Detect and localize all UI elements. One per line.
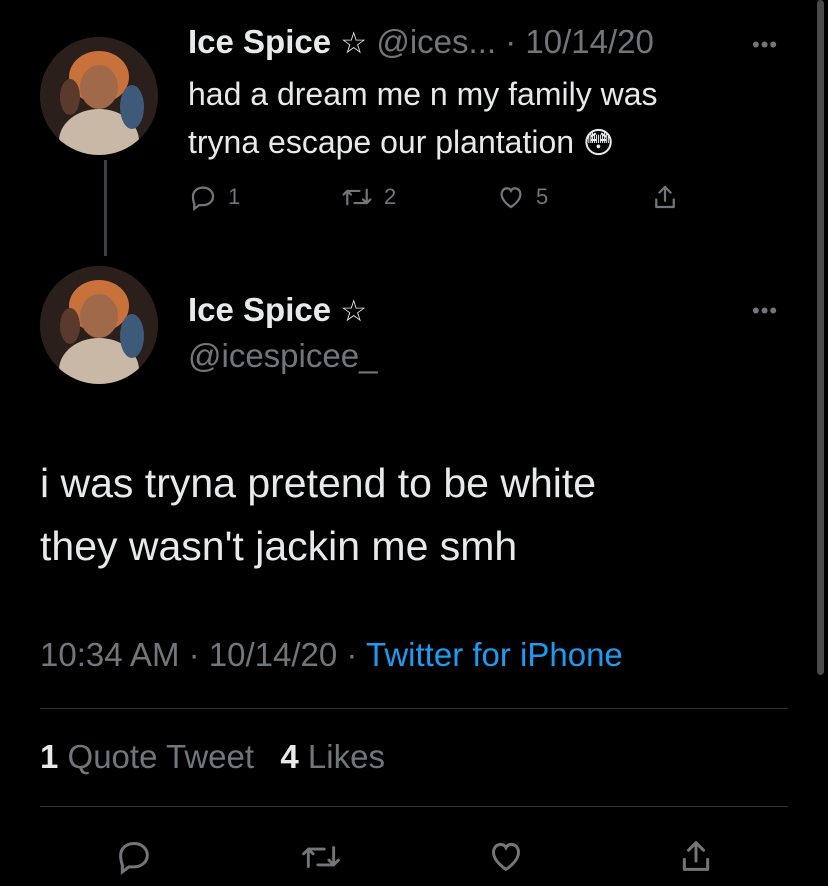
like-icon [500,187,522,209]
likes-link[interactable]: 4 Likes [280,738,385,775]
retweet-icon [342,188,372,206]
reply-count: 1 [228,184,241,209]
share-icon [655,185,675,209]
tweet-text-line: tryna escape our plantation [188,124,575,160]
divider [40,806,788,807]
likes-label: Likes [307,738,385,775]
like-action[interactable]: 5 [496,182,548,212]
avatar[interactable] [40,37,158,155]
tweet-text-line: i was tryna pretend to be white [40,460,597,506]
tweet-text-line: had a dream me n my family was [188,76,658,112]
share-button[interactable] [676,836,716,881]
handle[interactable]: @ices... [376,23,496,60]
retweet-count: 2 [384,184,397,209]
tweet-date[interactable]: 10/14/20 [525,23,653,60]
main-tweet-text: i was tryna pretend to be white they was… [40,452,596,578]
reply-action[interactable]: 1 [188,182,240,212]
parent-header: Ice Spice ☆ @ices... · 10/14/20 [188,22,654,64]
quote-tweets-link[interactable]: 1 Quote Tweet [40,738,254,775]
divider [40,708,788,709]
separator: · [505,23,517,60]
separator: · [188,636,200,673]
share-action[interactable] [650,182,680,217]
avatar[interactable] [40,266,158,384]
separator: · [346,636,358,673]
like-icon [491,842,521,872]
more-icon[interactable]: ••• [752,32,778,58]
tweet-date[interactable]: 10/14/20 [209,636,337,673]
parent-tweet-text: had a dream me n my family was tryna esc… [188,70,658,168]
reply-button[interactable] [114,836,154,881]
share-icon [682,841,710,871]
display-name[interactable]: Ice Spice [188,291,331,328]
reply-icon [119,841,149,875]
quote-label: Quote Tweet [67,738,255,775]
reply-icon [191,186,215,212]
more-icon[interactable]: ••• [752,298,778,324]
tweet-meta: 10:34 AM · 10/14/20 · Twitter for iPhone [40,636,623,674]
like-button[interactable] [486,836,526,881]
retweet-icon [302,846,340,868]
engagement-stats: 1 Quote Tweet 4 Likes [40,738,385,776]
tweet-time[interactable]: 10:34 AM [40,636,179,673]
display-name[interactable]: Ice Spice [188,23,331,60]
thread-line [104,160,107,256]
retweet-action[interactable]: 2 [340,182,396,212]
like-count: 5 [536,184,549,209]
scrollbar[interactable] [817,0,824,675]
star-icon: ☆ [340,27,368,60]
likes-count: 4 [280,738,299,775]
source-link[interactable]: Twitter for iPhone [366,636,623,673]
quote-count: 1 [40,738,59,775]
flushed-emoji: 😳 [582,127,615,160]
tweet-text-line: they wasn't jackin me smh [40,523,518,569]
main-header: Ice Spice ☆ [188,290,367,332]
handle[interactable]: @icespicee_ [188,336,377,376]
star-icon: ☆ [340,295,368,328]
retweet-button[interactable] [298,838,344,881]
